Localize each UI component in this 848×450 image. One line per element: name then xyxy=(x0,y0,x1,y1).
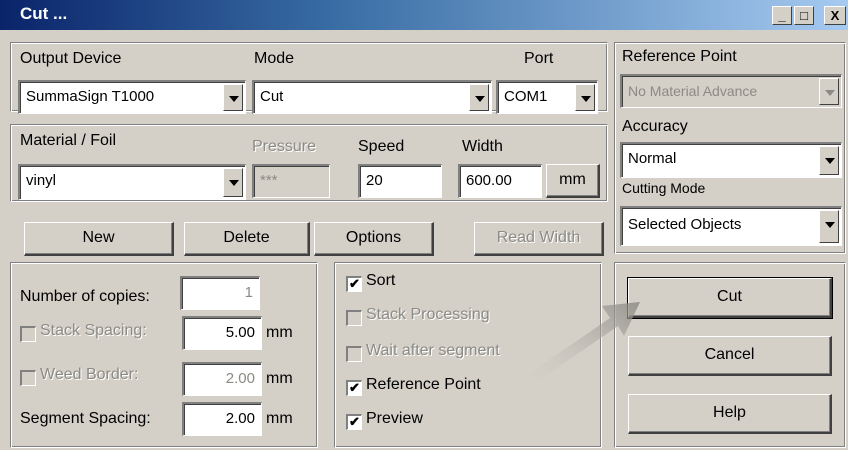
reference-point-select[interactable]: No Material Advance xyxy=(620,74,842,108)
close-button[interactable]: X xyxy=(824,6,846,25)
sort-checkbox[interactable]: ✔ xyxy=(346,276,362,292)
material-label: Material / Foil xyxy=(20,132,117,149)
copies-input[interactable]: 1 xyxy=(180,276,260,310)
accuracy-value: Normal xyxy=(628,150,677,167)
sort-label: Sort xyxy=(366,272,396,289)
width-label: Width xyxy=(462,138,503,155)
material-select[interactable]: vinyl xyxy=(18,164,246,200)
cancel-button[interactable]: Cancel xyxy=(628,336,832,376)
segment-spacing-label: Segment Spacing: xyxy=(20,410,151,427)
window-title: Cut ... xyxy=(20,4,68,23)
cutting-mode-select[interactable]: Selected Objects xyxy=(620,206,842,246)
speed-label: Speed xyxy=(358,138,405,155)
title-bar[interactable] xyxy=(0,0,848,30)
weed-border-input[interactable]: 2.00 xyxy=(182,362,262,396)
segment-spacing-unit: mm xyxy=(266,410,293,427)
mode-value: Cut xyxy=(260,88,284,105)
pressure-input[interactable]: *** xyxy=(252,164,330,198)
minimize-button[interactable]: _ xyxy=(772,6,792,25)
delete-button[interactable]: Delete xyxy=(184,222,310,256)
stack-processing-label: Stack Processing xyxy=(366,306,490,323)
chevron-down-icon[interactable] xyxy=(223,84,243,111)
output-device-label: Output Device xyxy=(20,50,122,67)
new-button[interactable]: New xyxy=(24,222,174,256)
accuracy-select[interactable]: Normal xyxy=(620,142,842,178)
pressure-label: Pressure xyxy=(252,138,317,155)
stack-spacing-checkbox[interactable] xyxy=(20,326,36,342)
stack-processing-checkbox[interactable] xyxy=(346,310,362,326)
reference-point-label: Reference Point xyxy=(366,376,481,393)
output-device-select[interactable]: SummaSign T1000 xyxy=(18,80,246,114)
chevron-down-icon[interactable] xyxy=(469,84,489,111)
output-device-value: SummaSign T1000 xyxy=(26,88,155,105)
speed-input[interactable]: 20 xyxy=(358,164,442,198)
preview-label: Preview xyxy=(366,410,423,427)
width-input[interactable]: 600.00 xyxy=(458,164,542,198)
reference-point-value: No Material Advance xyxy=(628,83,758,99)
weed-border-label: Weed Border: xyxy=(40,366,139,383)
weed-border-unit: mm xyxy=(266,370,293,387)
segment-spacing-input[interactable]: 2.00 xyxy=(182,402,262,436)
mode-select[interactable]: Cut xyxy=(252,80,492,114)
options-button[interactable]: Options xyxy=(314,222,434,256)
width-unit-button[interactable]: mm xyxy=(546,164,600,198)
stack-spacing-unit: mm xyxy=(266,324,293,341)
cut-button[interactable]: Cut xyxy=(627,277,833,319)
wait-segment-checkbox[interactable] xyxy=(346,346,362,362)
material-value: vinyl xyxy=(26,172,57,189)
help-button[interactable]: Help xyxy=(628,394,832,434)
cutting-mode-value: Selected Objects xyxy=(628,216,742,233)
chevron-down-icon[interactable] xyxy=(575,84,595,111)
stack-spacing-label: Stack Spacing: xyxy=(40,322,147,339)
maximize-button[interactable]: □ xyxy=(794,6,814,25)
chevron-down-icon[interactable] xyxy=(223,168,243,197)
read-width-button[interactable]: Read Width xyxy=(474,222,604,256)
reference-point-checkbox[interactable]: ✔ xyxy=(346,380,362,396)
port-select[interactable]: COM1 xyxy=(496,80,598,114)
chevron-down-icon[interactable] xyxy=(819,210,839,243)
accuracy-label: Accuracy xyxy=(622,118,688,135)
chevron-down-icon[interactable] xyxy=(819,146,839,175)
reference-point-title: Reference Point xyxy=(622,48,737,65)
preview-checkbox[interactable]: ✔ xyxy=(346,414,362,430)
stack-spacing-input[interactable]: 5.00 xyxy=(182,316,262,350)
mode-label: Mode xyxy=(254,50,295,67)
wait-segment-label: Wait after segment xyxy=(366,342,500,359)
port-value: COM1 xyxy=(504,88,548,105)
port-label: Port xyxy=(524,50,554,67)
cutting-mode-label: Cutting Mode xyxy=(622,180,706,196)
weed-border-checkbox[interactable] xyxy=(20,370,36,386)
chevron-down-icon[interactable] xyxy=(819,78,839,105)
copies-label: Number of copies: xyxy=(20,288,150,305)
